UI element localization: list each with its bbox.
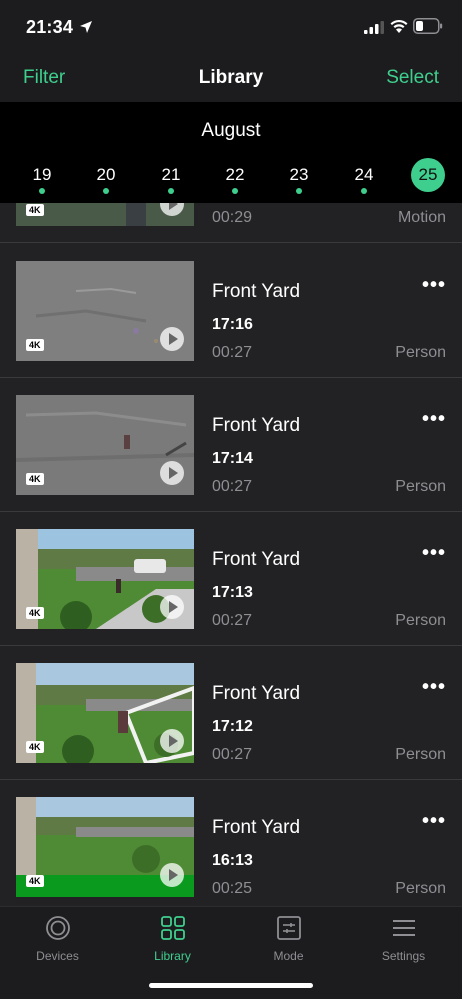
clip-row[interactable]: 4K Front Yard ••• 17:16 00:27 Person — [0, 244, 462, 378]
more-options-icon[interactable]: ••• — [422, 677, 446, 697]
clip-time: 17:16 — [212, 316, 253, 333]
clip-thumbnail[interactable]: 4K — [16, 529, 194, 629]
clip-time: 17:13 — [212, 584, 253, 601]
4k-badge: 4K — [26, 204, 44, 216]
clip-thumbnail[interactable]: 4K — [16, 663, 194, 763]
day-25-selected[interactable]: 25 — [408, 158, 448, 198]
clip-duration: 00:27 — [212, 344, 253, 361]
clip-tag: Person — [395, 880, 446, 897]
clip-time: 17:14 — [212, 450, 253, 467]
day-23[interactable]: 23 — [279, 158, 319, 198]
tab-mode[interactable]: Mode — [231, 915, 346, 963]
4k-badge: 4K — [26, 741, 44, 753]
status-time: 21:34 — [26, 17, 74, 37]
recording-dot — [232, 188, 238, 194]
clip-tag: Person — [395, 746, 446, 763]
library-screen: 21:34 Filter Library Select August 19 20… — [0, 0, 462, 999]
clip-row[interactable]: 4K Front Yard ••• 17:14 00:27 Person — [0, 378, 462, 512]
clip-duration: 00:27 — [212, 746, 253, 763]
clip-camera-name: Front Yard — [212, 415, 301, 436]
cellular-signal-icon — [364, 21, 384, 34]
more-options-icon[interactable]: ••• — [422, 275, 446, 295]
select-button[interactable]: Select — [386, 67, 439, 89]
tab-label: Library — [154, 949, 191, 963]
day-number: 21 — [161, 165, 181, 184]
tab-settings[interactable]: Settings — [346, 915, 461, 963]
clip-time: 16:13 — [212, 852, 253, 869]
day-number: 23 — [289, 165, 309, 184]
day-19[interactable]: 19 — [22, 158, 62, 198]
clip-tag: Person — [395, 612, 446, 629]
play-icon[interactable] — [160, 729, 184, 753]
clip-row[interactable]: 4K Front Yard ••• 17:12 00:27 Person — [0, 646, 462, 780]
more-options-icon[interactable]: ••• — [422, 811, 446, 831]
more-options-icon[interactable]: ••• — [422, 409, 446, 429]
status-bar: 21:34 — [0, 0, 462, 54]
clip-tag: Person — [395, 344, 446, 361]
tab-devices[interactable]: Devices — [0, 915, 115, 963]
location-arrow-icon — [80, 21, 92, 33]
play-icon[interactable] — [160, 327, 184, 351]
mode-sliders-icon — [276, 916, 301, 940]
clip-camera-name: Front Yard — [212, 549, 301, 570]
battery-icon — [413, 18, 443, 34]
clip-camera-name: Front Yard — [212, 281, 301, 302]
day-number: 24 — [354, 165, 374, 184]
date-strip: August 19 20 21 22 23 24 25 — [0, 102, 462, 203]
clip-thumbnail[interactable]: 4K — [16, 261, 194, 361]
library-grid-icon — [160, 916, 185, 940]
day-22[interactable]: 22 — [215, 158, 255, 198]
day-number: 20 — [96, 165, 116, 184]
clip-time: 17:12 — [212, 718, 253, 735]
tab-label: Settings — [381, 949, 426, 963]
clip-thumbnail[interactable]: 4K — [16, 395, 194, 495]
tab-library[interactable]: Library — [115, 915, 230, 963]
play-icon[interactable] — [160, 461, 184, 485]
settings-menu-icon — [392, 920, 415, 936]
4k-badge: 4K — [26, 473, 44, 485]
day-number: 22 — [225, 165, 245, 184]
play-icon[interactable] — [160, 863, 184, 887]
wifi-icon — [390, 19, 408, 33]
4k-badge: 4K — [26, 339, 44, 351]
tab-label: Devices — [36, 949, 79, 963]
clip-camera-name: Front Yard — [212, 683, 301, 704]
clip-duration: 00:27 — [212, 478, 253, 495]
4k-badge: 4K — [26, 875, 44, 887]
clip-list[interactable]: 4K 00:29 Motion 4K Front Yard ••• 17:16 … — [0, 203, 462, 906]
recording-dot — [39, 188, 45, 194]
clip-duration: 00:27 — [212, 612, 253, 629]
clip-thumbnail[interactable]: 4K — [16, 203, 194, 226]
recording-dot — [296, 188, 302, 194]
day-number: 25 — [411, 158, 445, 192]
more-options-icon[interactable]: ••• — [422, 543, 446, 563]
clip-tag: Person — [395, 478, 446, 495]
clip-row[interactable]: 4K Front Yard ••• 17:13 00:27 Person — [0, 512, 462, 646]
recording-dot — [168, 188, 174, 194]
home-indicator[interactable] — [149, 983, 313, 988]
play-icon[interactable] — [160, 595, 184, 619]
clip-camera-name: Front Yard — [212, 817, 301, 838]
navigation-bar: Filter Library Select — [0, 54, 462, 102]
clip-row[interactable]: 4K 00:29 Motion — [0, 203, 462, 243]
devices-icon — [45, 916, 70, 940]
clip-duration: 00:29 — [212, 209, 253, 226]
recording-dot — [361, 188, 367, 194]
recording-dot — [103, 188, 109, 194]
clip-row[interactable]: 4K Front Yard ••• 16:13 00:25 Person — [0, 780, 462, 906]
4k-badge: 4K — [26, 607, 44, 619]
clip-duration: 00:25 — [212, 880, 253, 897]
tab-label: Mode — [273, 949, 304, 963]
day-20[interactable]: 20 — [86, 158, 126, 198]
day-21[interactable]: 21 — [151, 158, 191, 198]
clip-tag: Motion — [397, 209, 446, 226]
clip-thumbnail[interactable]: 4K — [16, 797, 194, 897]
day-number: 19 — [32, 165, 52, 184]
month-label: August — [201, 120, 261, 141]
day-24[interactable]: 24 — [344, 158, 384, 198]
